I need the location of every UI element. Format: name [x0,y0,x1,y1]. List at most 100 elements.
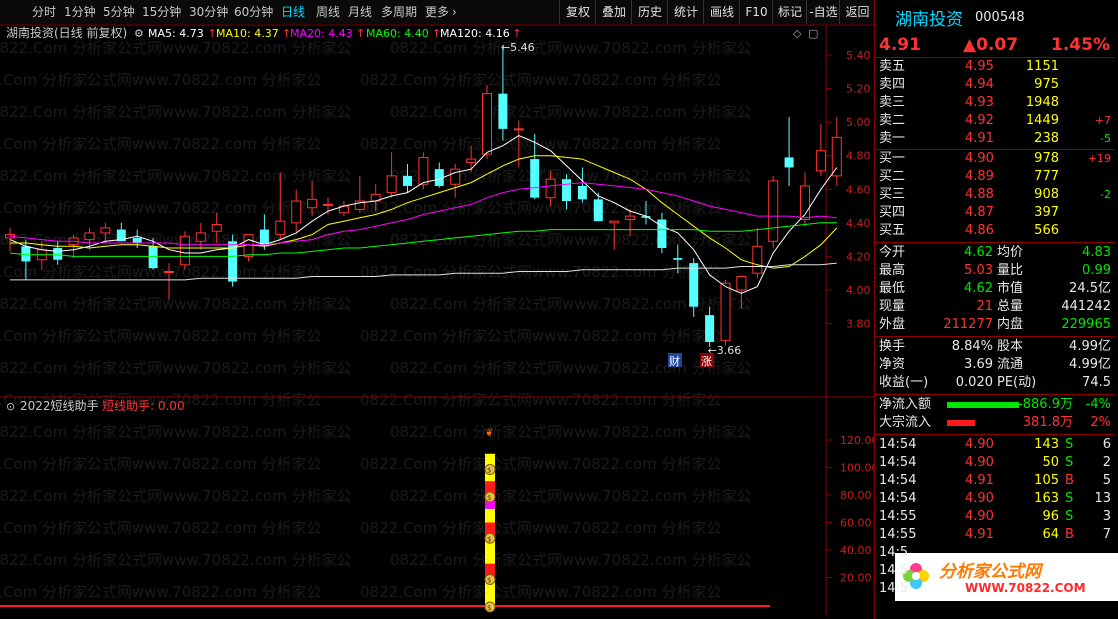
tick-row: 14:5 [875,580,1115,598]
sell-level-row[interactable]: 卖二 4.92 1449 +7 [875,112,1115,130]
toolbar-button-1[interactable]: 叠加 [595,0,632,24]
stat-label: 外盘 [879,317,906,332]
sell-level-row[interactable]: 卖四 4.94 975 [875,76,1115,94]
tick-row: 14:55 4.90 96 S 3 [875,508,1115,526]
tick-count: 13 [1094,491,1111,506]
candle[interactable] [815,123,826,176]
buy-level-row[interactable]: 买五 4.86 566 [875,222,1115,240]
level-change: -5 [1100,132,1111,145]
stat-label: 收益(一) [879,375,929,390]
level-label: 卖五 [879,59,906,74]
ma-label-3: MA60: 4.40 [366,27,429,40]
candle[interactable] [418,152,429,190]
tick-volume: 143 [1034,437,1059,452]
candle[interactable] [338,201,349,217]
candle-body [403,175,412,186]
level-label: 卖三 [879,95,906,110]
candle[interactable] [243,234,254,262]
buy-level-row[interactable]: 买四 4.87 397 [875,204,1115,222]
toolbar-button-8[interactable]: 返回 [839,0,875,24]
indicator-tick-label: 80.00 [840,489,872,502]
toolbar-button-3[interactable]: 统计 [667,0,704,24]
candle[interactable] [831,117,842,186]
indicator-tick-label: 60.00 [840,517,872,530]
period-tab-4[interactable]: 30分钟 [189,0,228,24]
stat-label: 量比 [997,263,1024,278]
tick-side: S [1065,491,1074,506]
stat-row: 最低 4.62 市值 24.5亿 [875,280,1115,298]
period-tab-5[interactable]: 60分钟 [234,0,273,24]
collapse-icon[interactable]: ▢ [808,27,818,40]
sell-level-row[interactable]: 卖一 4.91 238 -5 [875,130,1115,148]
sell-level-row[interactable]: 卖五 4.95 1151 [875,58,1115,76]
tick-time: 14:54 [879,491,917,506]
tick-count: 7 [1102,527,1111,542]
toolbar-button-6[interactable]: 标记 [772,0,807,24]
event-badge-0[interactable]: 财 [669,354,680,368]
candle[interactable] [752,227,763,279]
period-tab-2[interactable]: 5分钟 [103,0,135,24]
indicator-tick-label: 20.00 [840,572,872,585]
candle[interactable] [720,279,731,346]
level-label: 卖四 [879,77,906,92]
candle[interactable] [657,212,667,254]
candle[interactable] [768,175,779,249]
settings-icon[interactable]: ⚙ [134,27,144,40]
candle-body [195,232,206,242]
period-tab-3[interactable]: 15分钟 [142,0,181,24]
period-tab-8[interactable]: 月线 [348,0,372,24]
candle-body [752,245,763,274]
sell-level-row[interactable]: 卖三 4.93 1948 [875,94,1115,112]
watermark-text: 0822.Com 分析家公式网www.70822.com 分析家公 [0,359,351,377]
kline-chart[interactable]: 0822.Com 分析家公式网www.70822.com 分析家公 0822.Co… [0,24,879,615]
toolbar-button-7[interactable]: -自选 [806,0,840,24]
tick-count: 6 [1102,437,1111,452]
period-tab-6[interactable]: 日线 [281,0,305,24]
period-tab-10[interactable]: 更多 [425,0,449,24]
tick-volume: 105 [1034,473,1059,488]
flow-pct: 2% [1090,415,1111,430]
candle-body [530,159,540,198]
candle[interactable] [784,117,794,186]
chart-area[interactable]: 0822.Com 分析家公式网www.70822.com 分析家公 0822.Co… [0,24,879,615]
buy-level-row[interactable]: 买三 4.88 908 -2 [875,186,1115,204]
event-badge-1[interactable]: 涨 [701,355,712,368]
book-separator [875,242,1115,243]
level-label: 买五 [879,223,906,238]
toolbar-button-2[interactable]: 历史 [631,0,668,24]
candle-body [720,282,731,341]
period-tab-9[interactable]: 多周期 [381,0,417,24]
tick-row: 14:54 4.90 143 S 6 [875,436,1115,454]
candle[interactable] [498,45,508,141]
toolbar-button-5[interactable]: F10 [739,0,773,24]
diamond-icon[interactable]: ◇ [793,27,802,40]
candle[interactable] [482,85,492,160]
toolbar-button-0[interactable]: 复权 [559,0,596,24]
stat2-row: 收益(一) 0.020 PE(动) 74.5 [875,374,1115,392]
period-tab-0[interactable]: 分时 [32,0,56,24]
stat-value: 0.020 [955,375,993,390]
period-tab-1[interactable]: 1分钟 [64,0,96,24]
stat-row: 今开 4.62 均价 4.83 [875,244,1115,262]
y-tick-label: 4.20 [846,250,871,263]
ma-label-0: MA5: 4.73 [148,27,204,40]
more-arrow-icon[interactable]: › [452,0,457,24]
candle[interactable] [179,231,190,270]
watermark-text: 0822.Com 分析家公式网www.70822.com 分析家公 [360,135,721,153]
tick-time: 14:5 [879,581,909,596]
level-change: -2 [1100,188,1111,201]
toolbar-button-4[interactable]: 画线 [703,0,740,24]
tick-time: 14:54 [879,437,917,452]
buy-level-row[interactable]: 买一 4.90 978 +19 [875,150,1115,168]
period-tab-7[interactable]: 周线 [316,0,340,24]
collapse-indicator-icon[interactable]: ⊙ [6,400,15,413]
candle[interactable] [291,189,302,233]
flow-label: 大宗流入 [879,415,932,430]
candle[interactable] [450,164,461,198]
candle-body [100,227,111,234]
candle[interactable] [228,234,238,287]
buy-level-row[interactable]: 买二 4.89 777 [875,168,1115,186]
candle-body [84,232,95,241]
candle[interactable] [354,175,365,213]
candle[interactable] [323,197,333,215]
